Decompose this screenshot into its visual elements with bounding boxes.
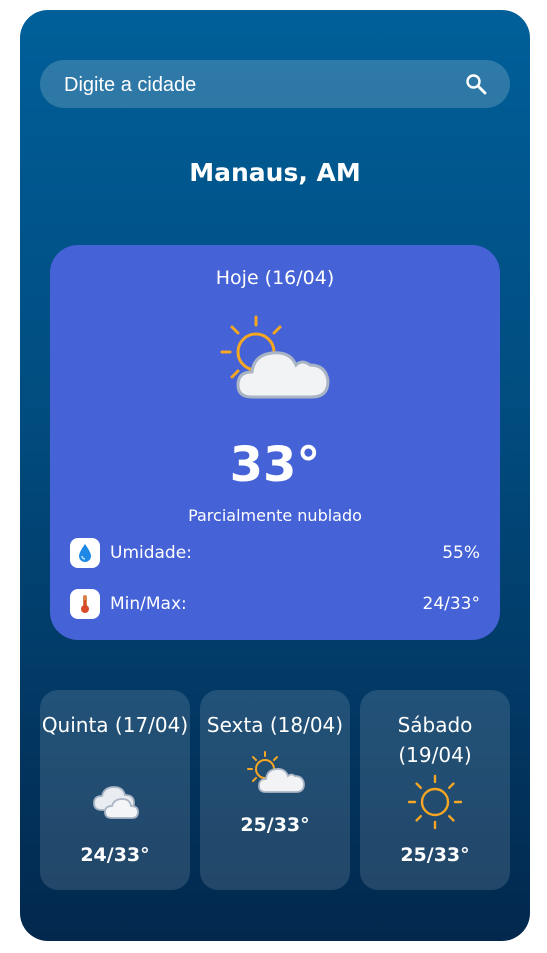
cloudy-icon — [93, 786, 139, 819]
min-max-row: Min/Max: 24/33° — [70, 589, 480, 619]
search-bar — [40, 60, 510, 110]
humidity-label: Umidade: — [110, 543, 192, 563]
city-search-input[interactable] — [62, 60, 456, 110]
today-card: Hoje (16/04) 33° Parcialmente nublado Um… — [50, 245, 500, 640]
partly-cloudy-icon — [220, 315, 330, 399]
weather-app: Manaus, AM Hoje (16/04) 33° Parcialmente… — [20, 10, 530, 941]
thermometer-badge — [70, 589, 100, 619]
search-icon[interactable] — [464, 72, 488, 96]
today-date: Hoje (16/04) — [215, 267, 335, 289]
forecast-day-name: Sábado (19/04) — [397, 713, 473, 767]
forecast-range: 25/33° — [240, 814, 310, 836]
humidity-row: Umidade: 55% — [70, 538, 480, 568]
min-max-value: 24/33° — [422, 594, 481, 614]
min-max-label: Min/Max: — [110, 594, 187, 614]
forecast-day-name: Quinta (17/04) — [41, 713, 189, 737]
today-condition: Parcialmente nublado — [188, 506, 362, 525]
sunny-icon — [407, 774, 463, 830]
forecast-range: 24/33° — [80, 844, 150, 866]
city-name: Manaus, AM — [189, 158, 361, 187]
humidity-value: 55% — [442, 543, 480, 563]
forecast-day-name: Sexta (18/04) — [206, 713, 344, 737]
forecast-card-thursday: Quinta (17/04) 24/33° — [40, 690, 190, 890]
forecast-range: 25/33° — [400, 844, 470, 866]
thermometer-icon — [81, 595, 89, 613]
humidity-badge — [70, 538, 100, 568]
today-temperature: 33° — [229, 437, 321, 493]
forecast-card-saturday: Sábado (19/04) 25/33° — [360, 690, 510, 890]
humidity-drop-icon — [79, 544, 91, 562]
forecast-card-friday: Sexta (18/04) 25/33° — [200, 690, 350, 890]
partly-cloudy-icon — [247, 751, 305, 793]
